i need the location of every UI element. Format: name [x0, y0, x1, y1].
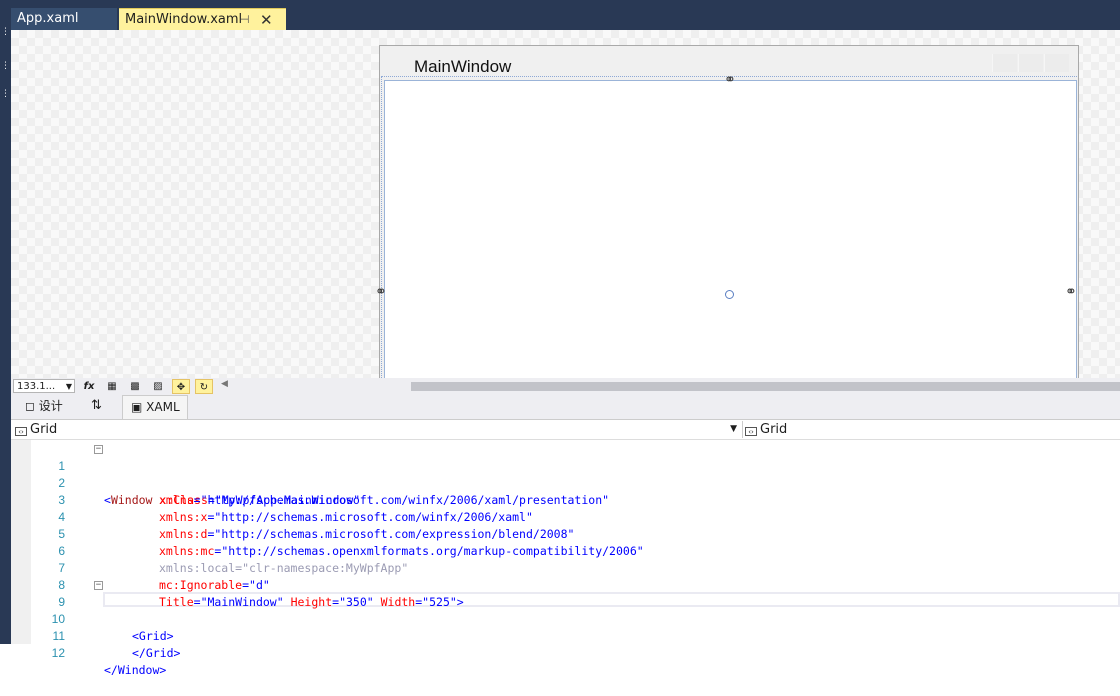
swap-icon: ⇅	[91, 398, 102, 413]
document-tab-bar: App.xaml MainWindow.xaml ⊣ ✕	[11, 0, 1120, 30]
code-line[interactable]: 12 </Window>	[11, 628, 1120, 677]
snap-lines-icon[interactable]: ✥	[172, 379, 190, 394]
designer-toolbar: 133.1... ▼ fx ▦ ▩ ▨ ✥ ↻ ◀	[11, 378, 1120, 395]
close-icon[interactable]: ✕	[260, 9, 273, 31]
code-text: </Window>	[104, 663, 167, 677]
horizontal-scrollbar-thumb[interactable]	[411, 382, 1120, 391]
element-icon: ‹›	[745, 427, 757, 436]
zoom-value: 133.1...	[17, 381, 56, 392]
selector-right-value: Grid	[760, 422, 788, 437]
swap-panes-button[interactable]: ⇅	[91, 395, 102, 418]
toolbox-icon[interactable]: ⋮	[0, 28, 11, 37]
dropdown-arrow-icon: ▼	[730, 424, 737, 434]
tab-design-label: 设计	[38, 399, 63, 413]
scroll-left-icon[interactable]: ◀	[221, 379, 228, 389]
minimize-button	[992, 54, 1017, 72]
tab-xaml[interactable]: ▣ XAML	[122, 395, 188, 419]
code-line[interactable]: 7 mc:Ignorable="d"	[11, 543, 1120, 592]
tab-xaml-label: XAML	[146, 400, 180, 414]
tab-mainwindow-xaml[interactable]: MainWindow.xaml ⊣ ✕	[119, 8, 286, 30]
fx-icon[interactable]: fx	[80, 379, 98, 394]
tab-design[interactable]: ◻ 设计	[25, 395, 63, 418]
grid-icon[interactable]: ▦	[103, 379, 121, 394]
code-line[interactable]: 6 xmlns:local="clr-namespace:MyWpfApp"	[11, 526, 1120, 575]
tab-label: App.xaml	[17, 11, 79, 26]
zoom-dropdown[interactable]: 133.1... ▼	[13, 379, 75, 393]
code-line[interactable]: 1 − <Window x:Class="MyWpfApp.MainWindow…	[11, 441, 1120, 508]
center-handle[interactable]	[725, 290, 734, 299]
maximize-button	[1018, 54, 1043, 72]
data-sources-icon[interactable]: ⋮	[0, 62, 11, 71]
right-anchor-icon[interactable]: ⚭	[1065, 284, 1077, 300]
window-title: MainWindow	[414, 57, 512, 76]
left-anchor-icon[interactable]: ⚭	[375, 284, 387, 300]
element-selector-bar: ‹› Grid ▼ ‹› Grid	[11, 419, 1120, 440]
grid-left-rail[interactable]	[381, 76, 382, 378]
xaml-icon: ▣	[131, 400, 143, 414]
tab-app-xaml[interactable]: App.xaml	[11, 8, 117, 30]
grid-client-area[interactable]	[384, 80, 1077, 378]
refresh-icon[interactable]: ↻	[195, 379, 213, 394]
snap-grid-icon[interactable]: ▩	[126, 379, 144, 394]
code-line[interactable]: 9 − <Grid>	[11, 577, 1120, 644]
code-line[interactable]: 4 xmlns:d="http://schemas.microsoft.com/…	[11, 492, 1120, 541]
element-selector-left[interactable]: ‹› Grid ▼	[15, 421, 737, 438]
collapse-icon[interactable]: −	[94, 445, 103, 454]
pin-icon[interactable]: ⊣	[240, 9, 250, 31]
code-line[interactable]: 2 xmlns="http://schemas.microsoft.com/wi…	[11, 458, 1120, 507]
code-line[interactable]: 11 </Grid>	[11, 611, 1120, 660]
left-dock-strip[interactable]: ⋮ ⋮ ⋮	[0, 0, 11, 644]
tab-label: MainWindow.xaml	[125, 12, 243, 27]
line-number: 12	[51, 646, 65, 660]
checker-icon[interactable]: ▨	[149, 379, 167, 394]
design-icon: ◻	[25, 399, 35, 413]
server-explorer-icon[interactable]: ⋮	[0, 90, 11, 99]
element-icon: ‹›	[15, 427, 27, 436]
top-anchor-icon[interactable]: ⚭	[724, 72, 736, 88]
code-line[interactable]: 10	[11, 594, 1120, 626]
dropdown-arrow-icon: ▼	[65, 382, 72, 391]
code-text: </Grid>	[132, 646, 181, 660]
selector-left-value: Grid	[30, 422, 58, 437]
split-view-bar: ◻ 设计 ⇅ ▣ XAML	[11, 395, 1120, 419]
close-caption-button	[1044, 54, 1069, 72]
code-line[interactable]: 3 xmlns:x="http://schemas.microsoft.com/…	[11, 475, 1120, 524]
collapse-icon[interactable]: −	[94, 581, 103, 590]
code-line[interactable]: 5 xmlns:mc="http://schemas.openxmlformat…	[11, 509, 1120, 558]
element-selector-right[interactable]: ‹› Grid	[742, 421, 1120, 438]
design-surface[interactable]: MainWindow ⚭ ⚭ ⚭	[11, 30, 1120, 378]
xaml-code-editor[interactable]: 1 − <Window x:Class="MyWpfApp.MainWindow…	[11, 440, 1120, 677]
code-line[interactable]: 8 Title="MainWindow" Height="350" Width=…	[11, 560, 1120, 609]
